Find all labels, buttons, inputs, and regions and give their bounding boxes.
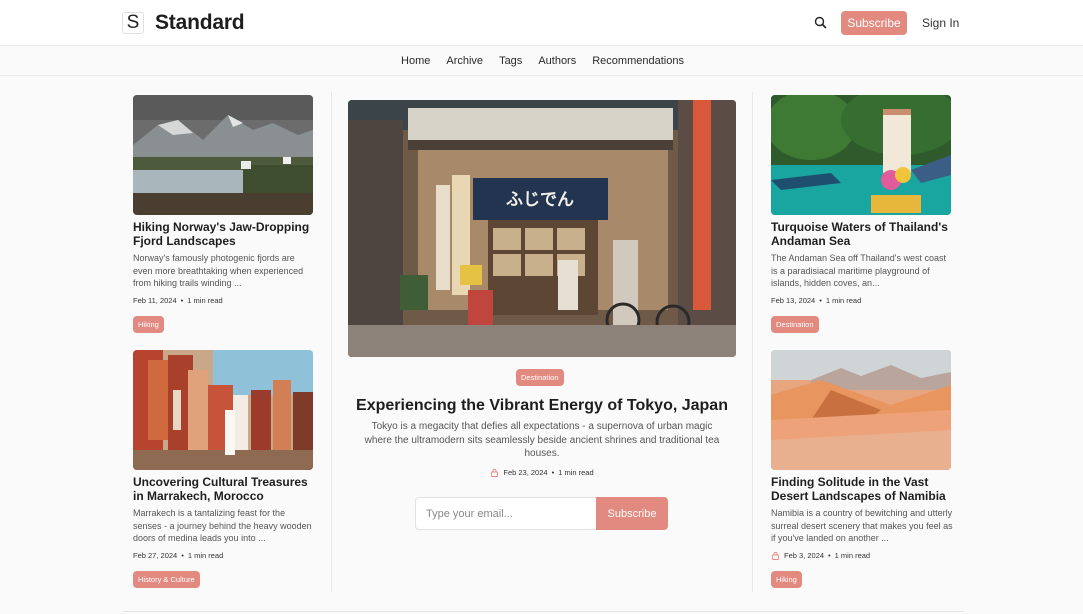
featured-image[interactable]: ふじでん (348, 100, 736, 357)
post-title[interactable]: Uncovering Cultural Treasures in Marrake… (133, 475, 315, 503)
post-title[interactable]: Hiking Norway's Jaw-Dropping Fjord Lands… (133, 220, 315, 248)
post-date: Feb 11, 2024 (133, 296, 177, 305)
post-excerpt: Norway's famously photogenic fjords are … (133, 253, 304, 288)
post-card: Hiking Norway's Jaw-Dropping Fjord Lands… (133, 95, 315, 333)
post-card: Uncovering Cultural Treasures in Marrake… (133, 350, 315, 588)
post-tag[interactable]: History & Culture (133, 571, 200, 588)
nav-item-tags[interactable]: Tags (499, 55, 522, 67)
site-header: S Standard Subscribe Sign In (0, 0, 1083, 46)
post-meta: Feb 11, 2024 • 1 min read (133, 296, 315, 305)
sign-in-link[interactable]: Sign In (922, 16, 959, 30)
post-tag[interactable]: Destination (771, 316, 819, 333)
email-input[interactable] (415, 497, 596, 530)
featured-tag[interactable]: Destination (516, 369, 564, 386)
post-tag[interactable]: Hiking (133, 316, 164, 333)
post-title[interactable]: Turquoise Waters of Thailand's Andaman S… (771, 220, 953, 248)
lock-icon (772, 551, 779, 560)
post-date: Feb 23, 2024 (503, 468, 548, 477)
meta-separator: • (819, 296, 822, 305)
nav-item-archive[interactable]: Archive (446, 55, 483, 67)
post-excerpt: The Andaman Sea off Thailand's west coas… (771, 253, 946, 288)
post-tag[interactable]: Hiking (771, 571, 802, 588)
search-icon[interactable] (812, 14, 830, 32)
header-subscribe-button[interactable]: Subscribe (841, 11, 907, 35)
meta-separator: • (181, 551, 184, 560)
post-excerpt: Marrakech is a tantalizing feast for the… (133, 508, 312, 543)
logo-mark: S (122, 12, 144, 34)
read-time: 1 min read (558, 468, 594, 477)
post-thumbnail[interactable] (771, 95, 951, 215)
post-meta: Feb 3, 2024 • 1 min read (771, 551, 953, 560)
post-date: Feb 27, 2024 (133, 551, 178, 560)
meta-separator: • (551, 468, 555, 477)
footer-divider (122, 611, 964, 612)
read-time: 1 min read (187, 551, 224, 560)
post-meta: Feb 13, 2024 • 1 min read (771, 296, 953, 305)
post-card: Turquoise Waters of Thailand's Andaman S… (771, 95, 953, 333)
post-title[interactable]: Finding Solitude in the Vast Desert Land… (771, 475, 953, 503)
main-nav: Home Archive Tags Authors Recommendation… (0, 47, 1083, 76)
post-thumbnail[interactable] (133, 95, 313, 215)
newsletter-form: Subscribe (415, 497, 668, 530)
read-time: 1 min read (825, 296, 862, 305)
featured-title[interactable]: Experiencing the Vibrant Energy of Tokyo… (340, 397, 744, 415)
column-divider (331, 92, 332, 592)
read-time: 1 min read (834, 551, 871, 560)
meta-separator: • (180, 296, 184, 305)
read-time: 1 min read (187, 296, 223, 305)
newsletter-subscribe-button[interactable]: Subscribe (596, 497, 668, 530)
post-thumbnail[interactable] (771, 350, 951, 470)
nav-item-authors[interactable]: Authors (538, 55, 576, 67)
featured-excerpt: Tokyo is a megacity that defies all expe… (364, 421, 720, 459)
nav-item-recommendations[interactable]: Recommendations (592, 55, 684, 67)
site-name: Standard (155, 11, 245, 34)
site-logo[interactable]: S Standard (122, 11, 245, 35)
lock-icon (491, 468, 499, 477)
nav-item-home[interactable]: Home (401, 55, 430, 67)
post-date: Feb 3, 2024 (784, 551, 825, 560)
column-divider (752, 92, 753, 592)
post-meta: Feb 27, 2024 • 1 min read (133, 551, 315, 560)
post-thumbnail[interactable] (133, 350, 313, 470)
post-excerpt: Namibia is a country of bewitching and u… (771, 508, 953, 543)
post-card: Finding Solitude in the Vast Desert Land… (771, 350, 953, 588)
shop-sign: ふじでん (506, 190, 574, 210)
meta-separator: • (828, 551, 831, 560)
post-date: Feb 13, 2024 (771, 296, 816, 305)
featured-meta: Feb 23, 2024 • 1 min read (360, 468, 724, 477)
